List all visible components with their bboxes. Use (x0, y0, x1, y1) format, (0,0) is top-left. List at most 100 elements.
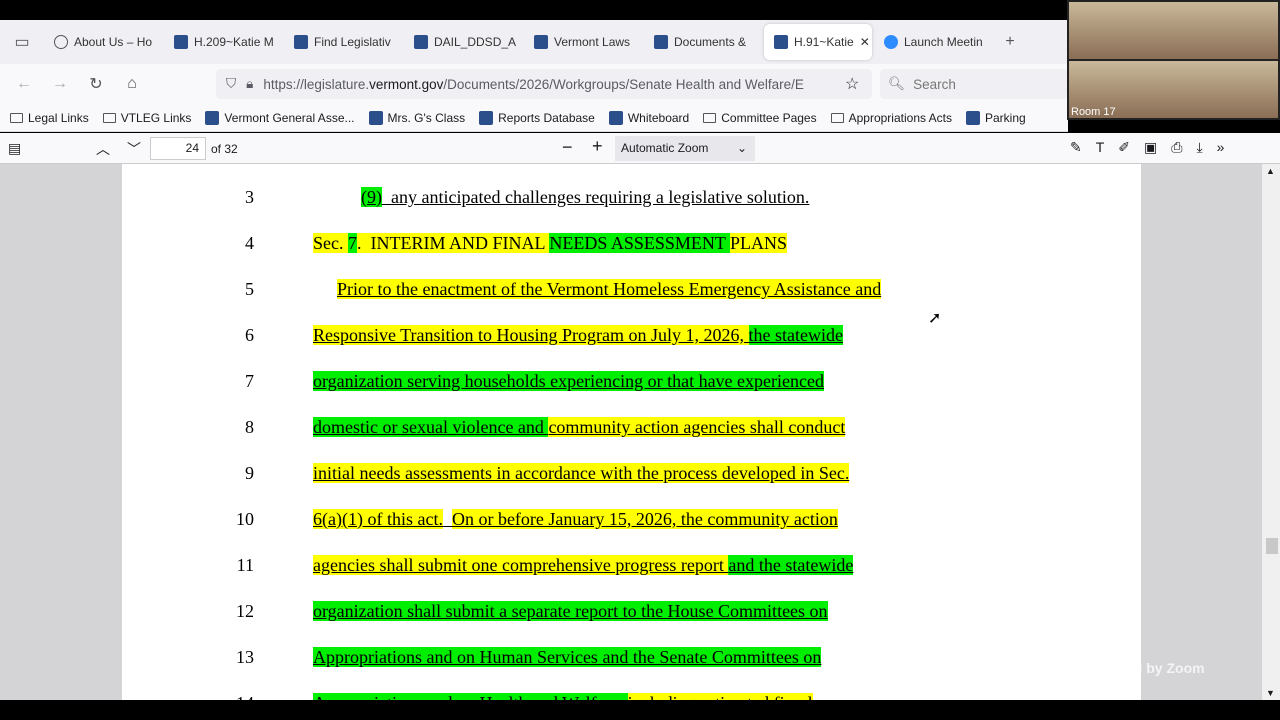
lock-icon: 🔒︎ (246, 76, 254, 91)
url-bar[interactable]: ⛉ 🔒︎ https://legislature.vermont.gov/Doc… (216, 69, 872, 99)
line-number: 5 (245, 279, 254, 299)
bookmark-item[interactable]: Whiteboard (608, 110, 689, 125)
forward-button[interactable]: → (42, 75, 78, 93)
text-segment (443, 509, 452, 529)
next-page-button[interactable]: ﹀ (127, 139, 141, 159)
tab-label: Launch Meetin (904, 35, 983, 49)
bookmark-icon (205, 110, 220, 125)
legislature-icon (294, 35, 308, 49)
green-highlighted-text: and the statewide (728, 555, 854, 575)
reload-button[interactable]: ↻ (78, 74, 114, 94)
highlight-icon[interactable]: ✎ (1070, 139, 1082, 156)
text-icon[interactable]: T (1096, 139, 1105, 156)
tab-overview-icon[interactable]: ▭ (0, 32, 44, 52)
tab-bar: ▭ About Us – Ho H.209~Katie M Find Legisla… (0, 20, 1068, 64)
yellow-highlighted-text: initial needs assessments in accordance … (313, 463, 850, 483)
bookmark-item[interactable]: Mrs. G's Class (368, 110, 465, 125)
chevron-down-icon: ⌄ (736, 141, 747, 155)
image-icon[interactable]: ▣ (1144, 139, 1157, 156)
url-path: /Documents/2026/Workgroups/Senate Health… (443, 76, 804, 92)
bookmark-item[interactable]: Committee Pages (703, 111, 817, 125)
bookmark-item[interactable]: Appropriations Acts (830, 110, 952, 125)
yellow-highlighted-text: On or before January 15, 2026, the commu… (451, 509, 838, 529)
tab-6[interactable]: H.91~Katie ✕ (764, 24, 872, 60)
tab-label: Vermont Laws (554, 35, 631, 49)
tab-3[interactable]: DAIL_DDSD_A (404, 24, 522, 60)
document-line: 13 Appropriations and on Human Services a… (122, 645, 1141, 675)
tab-7[interactable]: Launch Meetin (874, 24, 992, 60)
document-line: 9 initial needs assessments in accordance… (122, 461, 1141, 491)
draw-icon[interactable]: ✐ (1118, 139, 1130, 156)
new-tab-button[interactable]: + (992, 33, 1028, 51)
globe-icon (54, 35, 68, 49)
close-tab-icon[interactable]: ✕ (860, 35, 870, 49)
sidebar-toggle-icon[interactable]: ▤ (8, 140, 21, 157)
folder-icon (703, 112, 717, 123)
url-prefix: https://legislature. (263, 76, 370, 92)
document-line: 6 Responsive Transition to Housing Progra… (122, 323, 1141, 353)
page-number-input[interactable]: 24 (150, 137, 206, 160)
bookmark-icon (966, 110, 980, 125)
document-line: 14 Appropriations and on Health and Welfa… (122, 691, 1141, 700)
bookmark-item[interactable]: VTLEG Links (102, 110, 192, 125)
green-highlighted-text: NEEDS ASSESSMENT (549, 233, 731, 253)
bookmark-item[interactable]: Vermont General Asse... (205, 110, 355, 125)
yellow-highlighted-text: agencies shall submit one comprehensive … (313, 555, 729, 575)
green-highlighted-text: organization shall submit a separate rep… (313, 601, 828, 621)
nav-bar: ← → ↻ ⌂ ⛉ 🔒︎ https://legislature.vermont… (0, 64, 1068, 104)
tab-5[interactable]: Documents & (644, 24, 762, 60)
line-number: 12 (236, 601, 254, 621)
line-number: 9 (245, 463, 254, 483)
bookmark-label: Reports Database (498, 110, 595, 125)
bookmark-item[interactable]: Reports Database (479, 110, 595, 125)
yellow-highlighted-text: PLANS (730, 233, 788, 253)
back-button[interactable]: ← (6, 75, 42, 93)
room-label: Room 17 (1071, 106, 1116, 118)
zoom-in-button[interactable]: + (592, 136, 603, 157)
tab-1[interactable]: H.209~Katie M (164, 24, 282, 60)
tab-label: Find Legislativ (314, 35, 391, 49)
document-line: 7 organization serving households experie… (122, 369, 1141, 399)
tab-label: Documents & (674, 35, 747, 49)
yellow-highlighted-text: Responsive Transition to Housing Program… (313, 325, 749, 345)
yellow-highlighted-text: community action agencies shall conduct (548, 417, 846, 437)
search-input[interactable]: 🔍︎ Search (880, 69, 1068, 99)
bookmark-star-icon[interactable]: ☆ (845, 74, 859, 94)
line-text: organization shall submit a separate rep… (313, 599, 828, 623)
previous-page-button[interactable]: ︿ (96, 139, 110, 159)
bookmark-icon (608, 110, 623, 125)
more-tools-icon[interactable]: » (1217, 139, 1225, 156)
bookmark-label: Appropriations Acts (848, 110, 952, 125)
zoom-out-button[interactable]: − (562, 137, 573, 158)
green-highlighted-text: organization serving households experien… (313, 371, 824, 391)
scrollbar[interactable]: ▲ ▼ (1262, 164, 1280, 700)
line-number: 10 (236, 509, 254, 529)
video-feed-1 (1069, 2, 1278, 59)
bookmark-icon (368, 110, 383, 125)
bookmark-item[interactable]: Parking (966, 110, 1026, 125)
green-highlighted-text: domestic or sexual violence and (313, 417, 549, 437)
tab-label: H.209~Katie M (194, 35, 274, 49)
zoom-value: Automatic Zoom (621, 141, 709, 155)
bookmark-label: Parking (985, 110, 1026, 125)
line-number: 13 (236, 647, 254, 667)
bookmark-label: VTLEG Links (120, 110, 192, 125)
document-line: 4 Sec. 7. INTERIM AND FINAL NEEDS ASSESSM… (122, 231, 1141, 261)
green-highlighted-text: (9) (361, 187, 382, 207)
save-icon[interactable]: ⤓ (1196, 139, 1202, 156)
yellow-highlighted-text: including estimated fiscal (627, 693, 813, 700)
folder-icon (830, 112, 844, 123)
print-icon[interactable]: ⎙ (1171, 139, 1182, 156)
folder-icon (102, 112, 116, 123)
bookmark-item[interactable]: Legal Links (10, 111, 89, 125)
zoom-select[interactable]: Automatic Zoom ⌄ (615, 136, 755, 161)
green-highlighted-text: 7 (348, 233, 357, 253)
tab-4[interactable]: Vermont Laws (524, 24, 642, 60)
document-line: 8 domestic or sexual violence and communi… (122, 415, 1141, 445)
home-button[interactable]: ⌂ (114, 75, 150, 93)
legislature-icon (654, 35, 668, 49)
tab-2[interactable]: Find Legislativ (284, 24, 402, 60)
line-number: 7 (245, 371, 254, 391)
document-line: 10 6(a)(1) of this act. On or before Janu… (122, 507, 1141, 537)
tab-0[interactable]: About Us – Ho (44, 24, 162, 60)
